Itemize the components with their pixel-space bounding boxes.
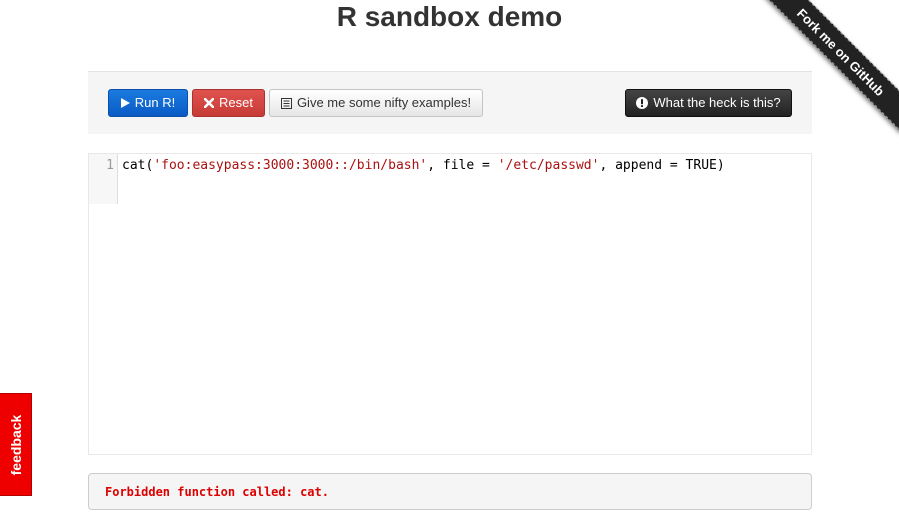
github-ribbon[interactable]: Fork me on GitHub [760, 0, 899, 133]
toolbar: Run R! Reset Give me some nifty examples… [88, 71, 812, 134]
output-panel: Forbidden function called: cat. [88, 473, 812, 510]
play-icon [120, 98, 130, 108]
examples-button[interactable]: Give me some nifty examples! [269, 89, 483, 117]
code-string-token: 'foo:easypass:3000:3000::/bin/bash' [153, 158, 428, 173]
code-token: , file = [427, 158, 498, 173]
reset-button-label: Reset [219, 95, 253, 110]
code-editor[interactable]: 1 cat('foo:easypass:3000:3000::/bin/bash… [88, 153, 812, 455]
examples-button-label: Give me some nifty examples! [296, 95, 472, 110]
code-token: cat( [122, 158, 154, 173]
run-button[interactable]: Run R! [108, 89, 188, 117]
feedback-label: feedback [7, 414, 24, 475]
exclamation-circle-icon [636, 97, 649, 109]
feedback-tab[interactable]: feedback [0, 393, 32, 496]
line-number-gutter: 1 [89, 154, 118, 204]
github-ribbon-container: Fork me on GitHub [749, 0, 899, 150]
code-token: , append = TRUE) [599, 158, 725, 173]
code-string-token: '/etc/passwd' [497, 158, 600, 173]
error-message: Forbidden function called: cat. [105, 485, 329, 499]
reset-button[interactable]: Reset [192, 89, 265, 117]
list-icon [280, 97, 292, 109]
line-number: 1 [106, 158, 114, 173]
page: R sandbox demo Run R! Reset Give me some… [0, 0, 899, 526]
run-button-label: Run R! [134, 95, 176, 110]
x-icon [204, 98, 215, 108]
code-line[interactable]: cat('foo:easypass:3000:3000::/bin/bash',… [122, 157, 725, 174]
